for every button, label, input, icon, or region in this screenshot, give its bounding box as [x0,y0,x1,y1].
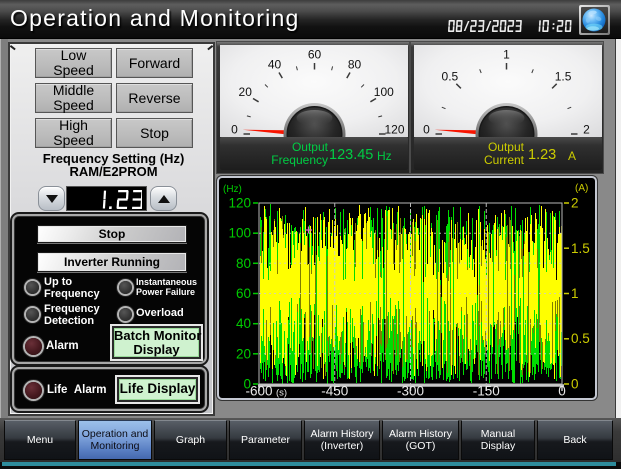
svg-text:60: 60 [308,48,322,62]
svg-text:120: 120 [228,196,251,211]
svg-text:-600: -600 [245,384,272,399]
svg-text:20: 20 [239,85,253,99]
svg-text:1.5: 1.5 [571,241,590,256]
svg-text:120: 120 [384,123,404,137]
svg-text:2: 2 [583,123,590,137]
svg-text:(A): (A) [575,183,588,194]
svg-text:-300: -300 [397,384,424,399]
svg-text:2: 2 [571,196,579,211]
svg-text:80: 80 [236,256,251,271]
svg-text:1: 1 [503,48,510,62]
svg-text:0.5: 0.5 [571,331,590,346]
svg-text:40: 40 [236,316,251,331]
svg-text:1.5: 1.5 [555,70,572,84]
svg-text:1: 1 [571,286,579,301]
svg-text:0: 0 [423,123,430,137]
svg-text:0: 0 [231,123,238,137]
svg-text:40: 40 [268,58,282,72]
svg-text:-450: -450 [321,384,348,399]
svg-text:(s): (s) [276,388,287,399]
svg-text:(Hz): (Hz) [223,184,242,195]
svg-text:-150: -150 [473,384,500,399]
svg-text:60: 60 [236,286,251,301]
svg-text:0.5: 0.5 [442,70,459,84]
svg-text:100: 100 [228,226,251,241]
svg-text:20: 20 [236,346,251,361]
svg-text:0: 0 [571,377,579,392]
svg-text:80: 80 [348,58,362,72]
svg-text:0: 0 [558,384,566,399]
svg-text:100: 100 [374,85,394,99]
